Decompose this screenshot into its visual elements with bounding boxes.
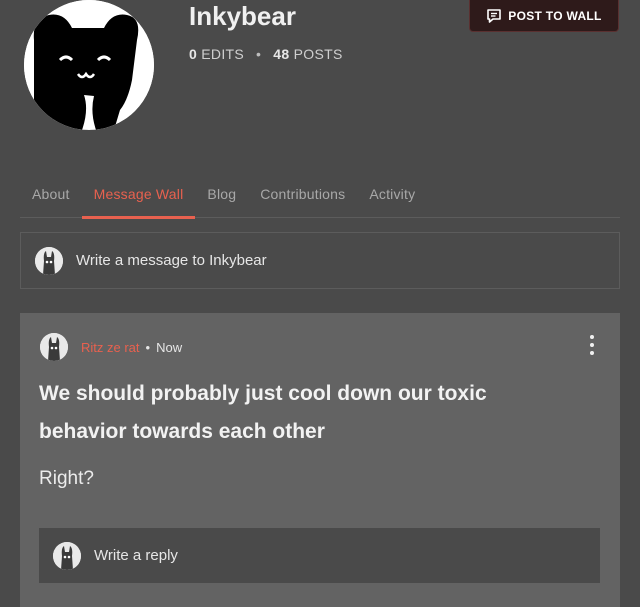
posts-count: 48 [273,46,290,62]
posts-label: POSTS [293,46,343,62]
more-options-icon[interactable] [584,335,600,355]
post-to-wall-label: POST TO WALL [508,8,602,23]
profile-username: Inkybear [189,1,296,31]
reply-box[interactable]: Write a reply [39,528,600,583]
post-title: We should probably just cool down our to… [39,382,487,443]
profile-tabs: About Message Wall Blog Contributions Ac… [20,176,620,219]
post-meta-separator: • [145,339,151,355]
edits-count: 0 [189,46,198,62]
user-avatar [35,246,63,275]
profile-stats: 0 EDITS • 48 POSTS [189,46,343,62]
edits-label: EDITS [201,46,245,62]
post-to-wall-button[interactable]: POST TO WALL [469,0,619,32]
profile-avatar[interactable] [24,0,154,130]
stats-separator: • [256,46,262,62]
tab-blog[interactable]: Blog [195,176,248,217]
compose-placeholder: Write a message to Inkybear [76,252,267,269]
tab-contributions[interactable]: Contributions [248,176,357,217]
tab-message-wall[interactable]: Message Wall [81,176,196,219]
tab-about[interactable]: About [20,176,82,217]
tab-activity[interactable]: Activity [357,176,427,217]
compose-message-box[interactable]: Write a message to Inkybear [20,232,620,289]
message-bubble-icon [487,8,502,23]
wall-post-card: Ritz ze rat • Now We should probably jus… [20,313,620,607]
post-body: Right? [39,468,94,489]
post-header: Ritz ze rat • Now [40,333,182,361]
author-avatar[interactable] [40,333,68,361]
post-author-link[interactable]: Ritz ze rat [81,340,140,355]
reply-placeholder: Write a reply [94,547,178,564]
reply-user-avatar [53,541,81,570]
post-timestamp[interactable]: Now [156,340,182,355]
